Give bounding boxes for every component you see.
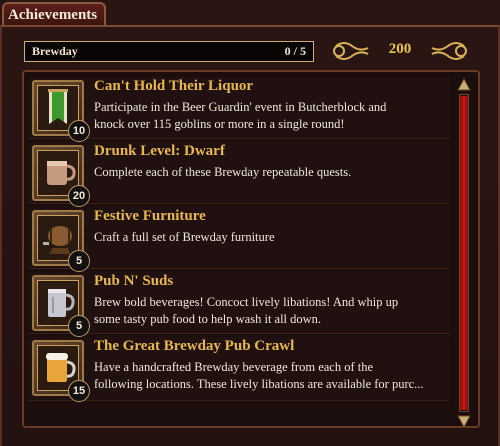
achievement-title: Festive Furniture (94, 208, 206, 224)
scroll-up-icon[interactable] (457, 78, 471, 92)
achievement-description: Participate in the Beer Guardin' event i… (94, 100, 387, 131)
list-item[interactable]: 15 The Great Brewday Pub Crawl Have a ha… (28, 337, 450, 402)
list-item[interactable]: 10 Can't Hold Their Liquor Participate i… (28, 77, 450, 142)
points-display: 200 (330, 36, 470, 66)
category-progress: 0 / 5 (284, 44, 306, 58)
achievement-icon-frame: 20 (32, 145, 90, 207)
achievement-description: Complete each of these Brewday repeatabl… (94, 165, 352, 179)
achievement-icon-frame: 5 (32, 210, 90, 272)
points-badge: 5 (68, 315, 90, 337)
achievement-description: Have a handcrafted Brewday beverage from… (94, 360, 424, 391)
achievement-title: Pub N' Suds (94, 273, 174, 289)
achievement-description: Craft a full set of Brewday furniture (94, 230, 275, 244)
list-item[interactable]: 5 Festive Furniture Craft a full set of … (28, 207, 450, 272)
achievement-icon-frame: 15 (32, 340, 90, 402)
achievement-title: Can't Hold Their Liquor (94, 78, 254, 94)
scrollbar-thumb[interactable] (460, 96, 468, 410)
category-header: Brewday 0 / 5 (24, 41, 314, 62)
achievements-window: Achievements Brewday 0 / 5 200 10 Can't … (0, 0, 500, 446)
points-badge: 5 (68, 250, 90, 272)
points-badge: 20 (68, 185, 90, 207)
achievement-title: Drunk Level: Dwarf (94, 143, 225, 159)
category-name: Brewday (32, 44, 78, 58)
points-badge: 15 (68, 380, 90, 402)
achievement-icon-frame: 10 (32, 80, 90, 142)
achievement-icon-frame: 5 (32, 275, 90, 337)
list-item[interactable]: 20 Drunk Level: Dwarf Complete each of t… (28, 142, 450, 207)
achievement-description: Brew bold beverages! Concoct lively liba… (94, 295, 399, 326)
scroll-down-icon[interactable] (457, 414, 471, 428)
achievement-title: The Great Brewday Pub Crawl (94, 338, 295, 354)
points-badge: 10 (68, 120, 90, 142)
scrollbar[interactable] (455, 78, 473, 430)
points-total: 200 (388, 41, 412, 57)
tab-achievements[interactable]: Achievements (2, 2, 106, 26)
list-item[interactable]: 5 Pub N' Suds Brew bold beverages! Conco… (28, 272, 450, 337)
